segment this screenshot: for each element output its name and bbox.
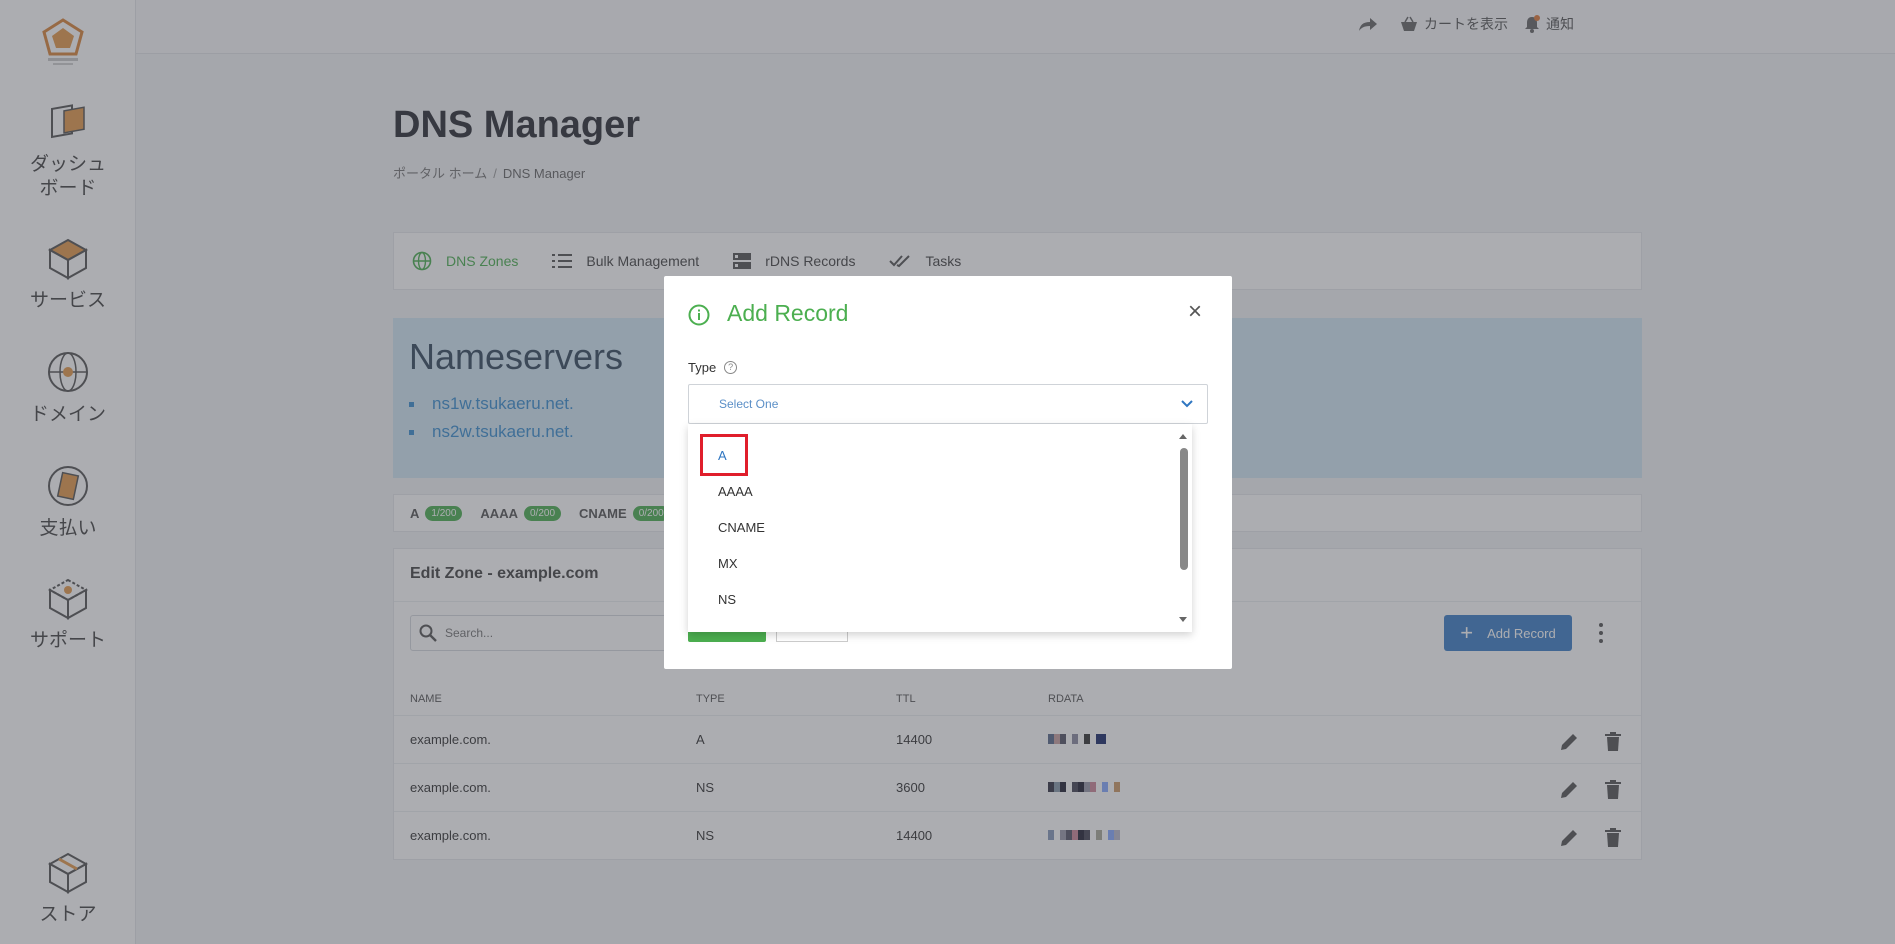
scroll-up-arrow-icon[interactable] <box>1178 432 1188 440</box>
scroll-down-arrow-icon[interactable] <box>1178 616 1188 624</box>
type-field-label: Type ? <box>688 360 738 375</box>
info-icon <box>688 304 710 326</box>
select-placeholder: Select One <box>719 397 779 411</box>
close-button[interactable]: × <box>1188 300 1202 324</box>
option-mx[interactable]: MX <box>718 556 738 571</box>
scrollbar-thumb[interactable] <box>1180 448 1188 570</box>
option-ns[interactable]: NS <box>718 592 736 607</box>
chevron-down-icon <box>1181 400 1193 408</box>
type-options-dropdown: A AAAA CNAME MX NS <box>688 424 1192 632</box>
option-cname[interactable]: CNAME <box>718 520 765 535</box>
help-icon[interactable]: ? <box>724 361 738 374</box>
type-select[interactable]: Select One <box>688 384 1208 424</box>
modal-title: Add Record <box>727 300 849 326</box>
option-aaaa[interactable]: AAAA <box>718 484 753 499</box>
option-a[interactable]: A <box>718 448 727 463</box>
type-label-text: Type <box>688 360 717 375</box>
